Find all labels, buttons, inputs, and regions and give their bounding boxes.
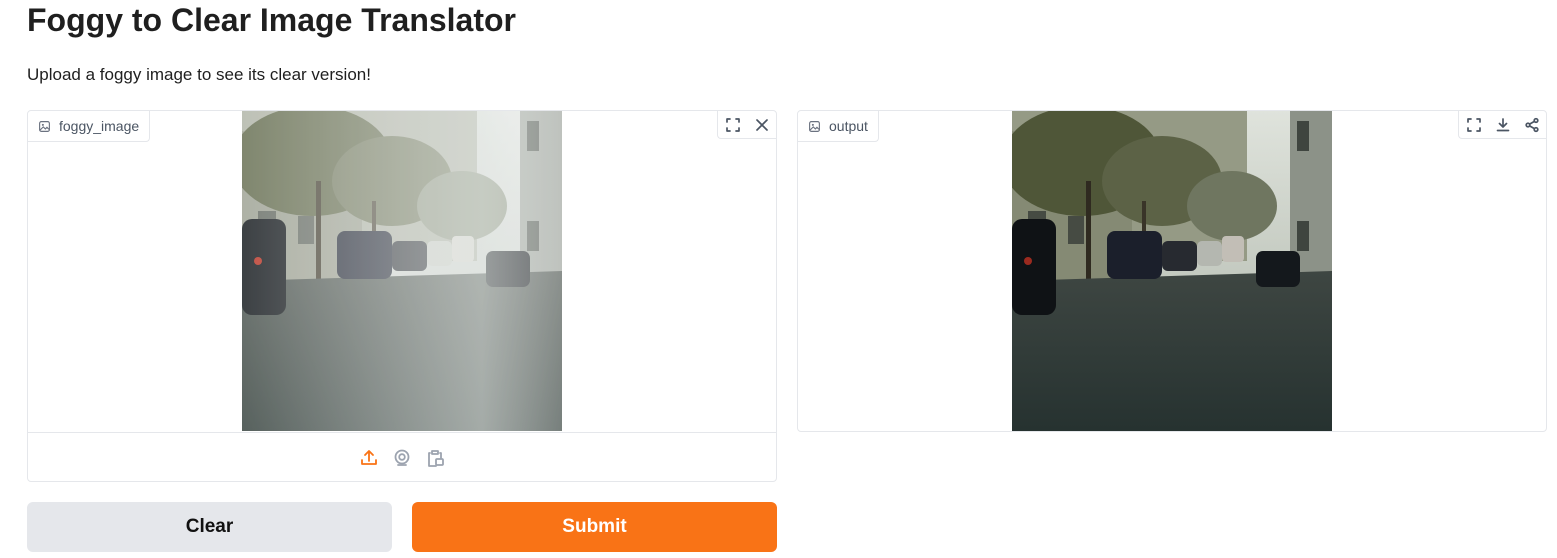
clipboard-source-button[interactable] <box>424 447 446 469</box>
clear-image-button[interactable] <box>747 111 776 138</box>
output-panel: output <box>797 110 1547 432</box>
submit-button[interactable]: Submit <box>412 502 777 552</box>
clear-street-image <box>1012 111 1332 431</box>
fullscreen-icon <box>1466 117 1481 132</box>
image-icon <box>809 120 820 132</box>
close-icon <box>755 118 768 131</box>
upload-icon <box>361 449 377 465</box>
foggy-image-toolbar <box>717 111 776 139</box>
foggy-image-panel[interactable]: foggy_image <box>27 110 777 482</box>
share-button[interactable] <box>1517 111 1546 138</box>
foggy-image-label: foggy_image <box>28 111 151 142</box>
download-button[interactable] <box>1488 111 1517 138</box>
image-icon <box>39 120 50 132</box>
foggy-street-image <box>242 111 562 431</box>
output-image-preview <box>1012 111 1332 431</box>
output-label: output <box>798 111 879 142</box>
share-icon <box>1524 117 1539 132</box>
output-toolbar <box>1458 111 1546 139</box>
clear-button[interactable]: Clear <box>27 502 392 552</box>
webcam-icon <box>394 449 410 466</box>
fullscreen-button[interactable] <box>1459 111 1488 138</box>
clipboard-icon <box>428 449 444 467</box>
webcam-source-button[interactable] <box>391 447 413 469</box>
upload-source-button[interactable] <box>358 447 380 469</box>
fullscreen-button[interactable] <box>718 111 747 138</box>
download-icon <box>1496 117 1509 131</box>
fullscreen-icon <box>725 117 740 132</box>
foggy-image-label-text: foggy_image <box>59 118 140 134</box>
image-source-selector <box>28 432 776 482</box>
output-label-text: output <box>829 118 868 134</box>
foggy-image-preview[interactable] <box>242 111 562 431</box>
page-title: Foggy to Clear Image Translator <box>27 2 516 38</box>
page-description: Upload a foggy image to see its clear ve… <box>27 65 371 84</box>
